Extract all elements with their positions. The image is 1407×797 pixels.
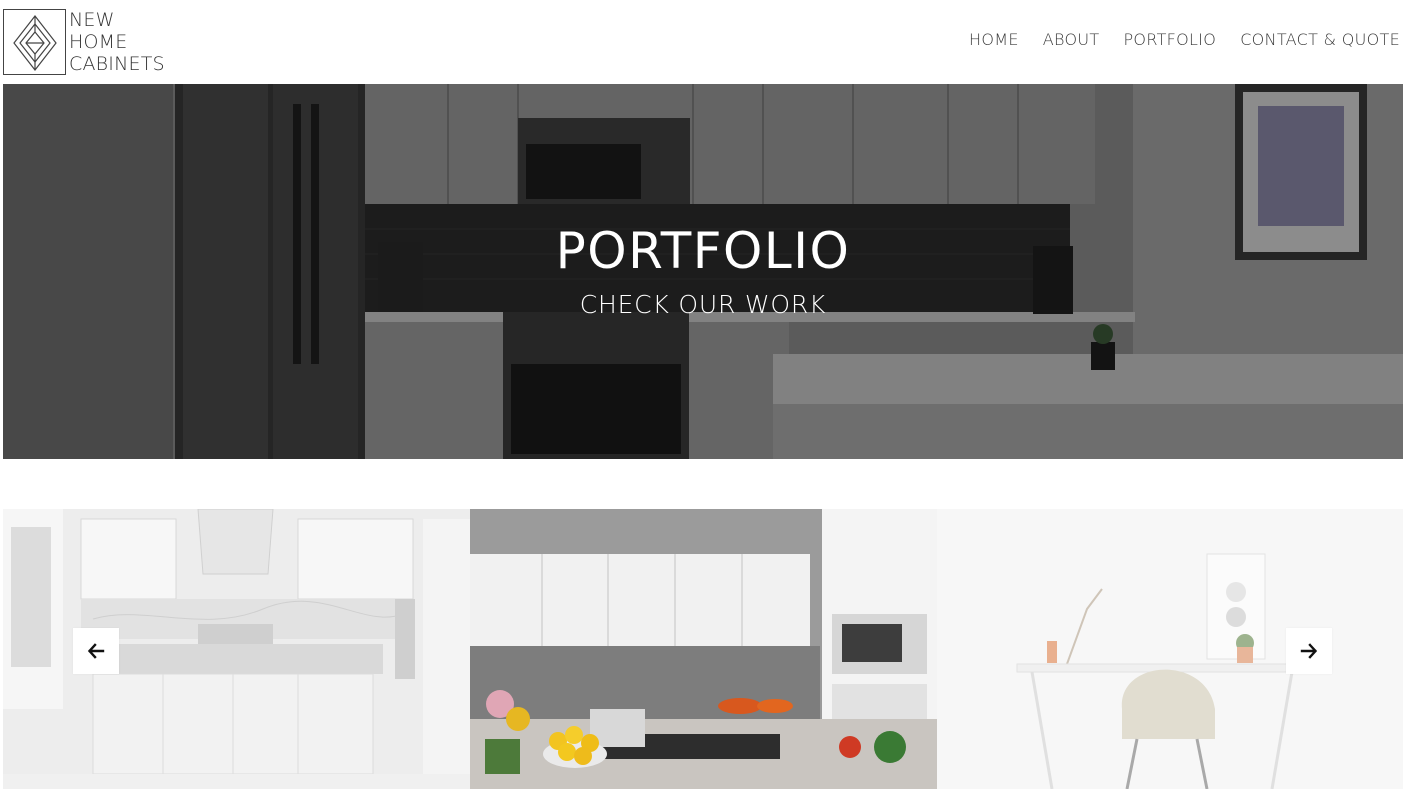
nav-portfolio-link[interactable]: PORTFOLIO bbox=[1123, 30, 1216, 49]
gallery-slide-lemon-kitchen[interactable] bbox=[470, 509, 937, 789]
hero-subtitle: CHECK OUR WORK bbox=[579, 290, 827, 319]
logo-line-3: CABINETS bbox=[69, 53, 165, 75]
hero-title: PORTFOLIO bbox=[555, 222, 851, 280]
arrow-left-icon bbox=[87, 643, 105, 659]
portfolio-gallery bbox=[3, 509, 1403, 789]
logo-wordmark: NEW HOME CABINETS bbox=[69, 9, 165, 75]
logo-line-2: HOME bbox=[69, 31, 128, 53]
site-header: NEW HOME CABINETS HOME ABOUT PORTFOLIO C… bbox=[0, 0, 1407, 84]
gallery-next-button[interactable] bbox=[1286, 628, 1332, 674]
nav-contact-link[interactable]: CONTACT & QUOTE bbox=[1240, 30, 1400, 49]
logo-diamond-icon bbox=[3, 9, 66, 75]
nav-home-link[interactable]: HOME bbox=[969, 30, 1019, 49]
gallery-slide-white-desk[interactable] bbox=[937, 509, 1403, 789]
logo-line-1: NEW bbox=[69, 9, 115, 31]
gallery-prev-button[interactable] bbox=[73, 628, 119, 674]
nav-about-link[interactable]: ABOUT bbox=[1043, 30, 1100, 49]
main-nav: HOME ABOUT PORTFOLIO CONTACT & QUOTE bbox=[969, 30, 1400, 49]
hero-banner: PORTFOLIO CHECK OUR WORK bbox=[3, 84, 1403, 459]
arrow-right-icon bbox=[1300, 643, 1318, 659]
site-logo[interactable]: NEW HOME CABINETS bbox=[3, 8, 178, 76]
